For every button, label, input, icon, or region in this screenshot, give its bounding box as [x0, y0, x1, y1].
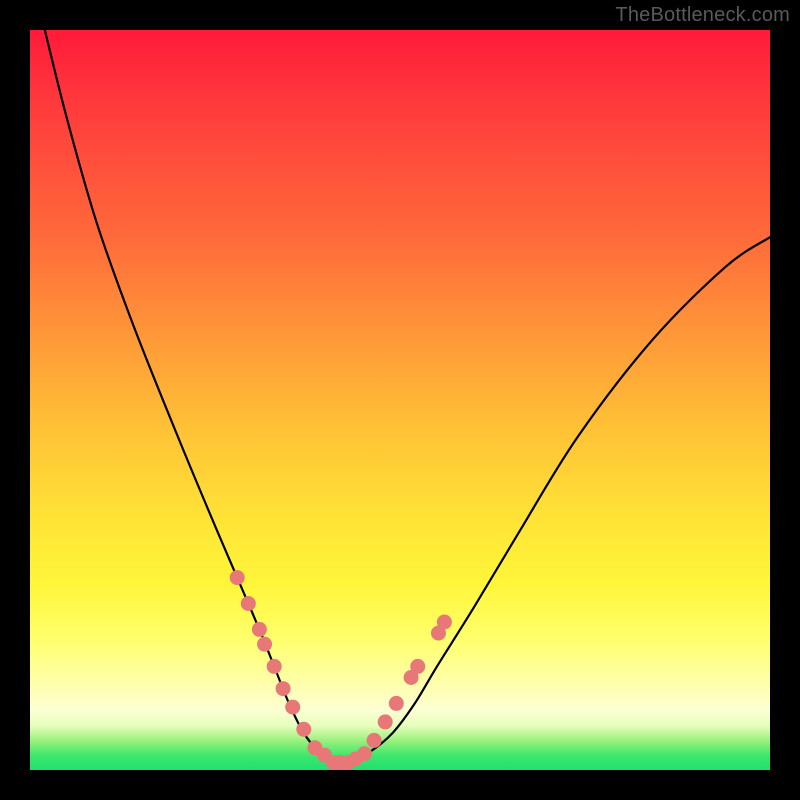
marker-dot	[357, 746, 372, 761]
marker-dot	[367, 733, 382, 748]
watermark-text: TheBottleneck.com	[615, 4, 790, 27]
marker-dot	[241, 596, 256, 611]
curve-svg	[30, 30, 770, 770]
chart-frame: TheBottleneck.com	[0, 0, 800, 800]
marker-dot	[389, 696, 404, 711]
marker-dot	[276, 681, 291, 696]
marker-dot	[267, 659, 282, 674]
plot-area	[30, 30, 770, 770]
marker-dot	[285, 700, 300, 715]
bottleneck-curve	[45, 30, 770, 764]
marker-dot	[437, 615, 452, 630]
marker-dot	[296, 722, 311, 737]
marker-dot	[410, 659, 425, 674]
marker-dot	[378, 714, 393, 729]
marker-dot	[230, 570, 245, 585]
marker-dots	[230, 570, 452, 770]
marker-dot	[257, 637, 272, 652]
marker-dot	[252, 622, 267, 637]
